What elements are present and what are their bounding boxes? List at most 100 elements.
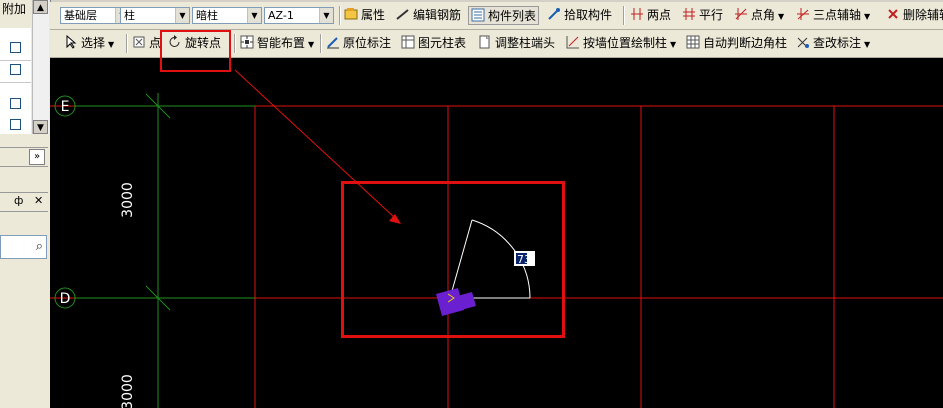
- parallel-icon: [682, 7, 696, 21]
- toolbar-separator: [339, 6, 341, 25]
- auto-corner-column-label: 自动判断边角柱: [703, 36, 788, 50]
- row-divider: [0, 82, 31, 83]
- scroll-down-button[interactable]: ▼: [33, 120, 48, 134]
- toolbar-separator: [623, 6, 625, 25]
- edit-rebar-label: 编辑钢筋: [413, 8, 462, 22]
- point-angle-button[interactable]: 点角 ▼: [734, 6, 784, 25]
- point-button[interactable]: 点: [132, 34, 161, 53]
- toolbar-separator: [320, 34, 322, 53]
- chevron-down-icon[interactable]: ▼: [308, 40, 314, 49]
- auto-corner-icon: [686, 35, 700, 49]
- table-icon: [401, 35, 415, 49]
- two-points-button[interactable]: 两点: [630, 6, 671, 25]
- chevron-down-icon[interactable]: ▼: [319, 8, 333, 23]
- layer-checkbox[interactable]: [10, 119, 21, 130]
- point-angle-label: 点角: [751, 8, 776, 22]
- toolbar-separator: [126, 34, 128, 53]
- edit-rebar-icon: [396, 7, 410, 21]
- cursor-icon: [64, 34, 78, 49]
- scroll-up-button[interactable]: ▲: [33, 0, 48, 14]
- axis-label-d: D: [60, 291, 71, 307]
- delete-axis-button[interactable]: 删除辅轴: [886, 6, 943, 25]
- axis-label-e: E: [61, 99, 70, 115]
- draw-by-wall-label: 按墙位置绘制柱: [583, 36, 668, 50]
- two-points-label: 两点: [647, 8, 672, 22]
- properties-label: 属性: [361, 8, 386, 22]
- component-list-button[interactable]: 构件列表: [468, 6, 540, 25]
- component-select-value: AZ-1: [268, 9, 294, 22]
- layer-list: [0, 28, 31, 134]
- chevron-down-icon[interactable]: ▼: [864, 12, 870, 21]
- component-list-label: 构件列表: [488, 9, 537, 23]
- expand-button[interactable]: »: [29, 149, 45, 165]
- adjust-column-end-label: 调整柱端头: [495, 36, 556, 50]
- layer-checkbox[interactable]: [10, 98, 21, 109]
- subtype-select-value: 暗柱: [196, 9, 218, 22]
- annotation-box-rotate-button: [160, 30, 231, 72]
- chevron-down-icon[interactable]: ▼: [670, 40, 676, 49]
- modify-mark-label: 查改标注: [813, 36, 862, 50]
- three-point-axis-label: 三点辅轴: [813, 8, 862, 22]
- component-toolbar: 基础层 ▼ 柱 ▼ 暗柱 ▼ AZ-1 ▼ 属性 编辑钢筋 构件列表 拾取构件 …: [50, 2, 943, 30]
- three-point-axis-icon: [796, 7, 810, 21]
- list-icon: [471, 8, 485, 22]
- collapsed-panel-bar: »: [0, 147, 48, 167]
- left-panel: 附加 ▲ ▼ » ф ✕ ⌕: [0, 0, 51, 408]
- auto-corner-column-button[interactable]: 自动判断边角柱: [686, 34, 787, 53]
- pick-component-button[interactable]: 拾取构件: [547, 6, 612, 25]
- search-input[interactable]: ⌕: [0, 235, 47, 259]
- mark-icon: [326, 35, 340, 49]
- modify-mark-button[interactable]: 查改标注 ▼: [796, 34, 870, 53]
- adjust-column-end-button[interactable]: 调整柱端头: [478, 34, 555, 53]
- element-column-table-label: 图元柱表: [418, 36, 467, 50]
- modify-mark-icon: [796, 35, 810, 49]
- axis-lines: [75, 93, 255, 408]
- type-select[interactable]: 柱 ▼: [120, 7, 190, 24]
- chevron-down-icon[interactable]: ▼: [864, 40, 870, 49]
- smart-layout-label: 智能布置: [257, 36, 306, 50]
- eyedropper-icon: [547, 7, 561, 21]
- smart-layout-button[interactable]: 智能布置 ▼: [240, 34, 314, 53]
- chevron-down-icon[interactable]: ▼: [247, 8, 261, 23]
- chevron-down-icon[interactable]: ▼: [108, 40, 114, 49]
- component-select[interactable]: AZ-1 ▼: [264, 7, 334, 24]
- select-label: 选择: [81, 36, 106, 50]
- toolbar-separator: [234, 34, 236, 53]
- point-angle-icon: [734, 7, 748, 21]
- point-icon: [132, 35, 146, 49]
- pin-icon[interactable]: ф: [14, 194, 23, 207]
- search-icon[interactable]: ⌕: [36, 239, 43, 254]
- dimension-text-bottom: 3000: [120, 374, 136, 408]
- subtype-select[interactable]: 暗柱 ▼: [192, 7, 262, 24]
- close-icon[interactable]: ✕: [34, 194, 43, 207]
- parallel-label: 平行: [699, 8, 724, 22]
- draw-by-wall-button[interactable]: 按墙位置绘制柱 ▼: [566, 34, 676, 53]
- adjust-icon: [478, 35, 492, 49]
- original-mark-label: 原位标注: [343, 36, 392, 50]
- two-points-icon: [630, 7, 644, 21]
- select-button[interactable]: 选择 ▼: [64, 34, 114, 53]
- draw-by-wall-icon: [566, 35, 580, 49]
- chevron-down-icon[interactable]: ▼: [175, 8, 189, 23]
- original-mark-button[interactable]: 原位标注: [326, 34, 391, 53]
- annotation-box-rotation: [341, 181, 565, 338]
- delete-axis-icon: [886, 7, 900, 21]
- panel-header: 附加: [2, 2, 27, 16]
- left-scrollbar[interactable]: ▲ ▼: [32, 0, 49, 134]
- panel-title-bar: ф ✕: [0, 192, 48, 212]
- pick-component-label: 拾取构件: [564, 8, 613, 22]
- element-column-table-button[interactable]: 图元柱表: [401, 34, 466, 53]
- dimension-text-top: 3000: [120, 182, 136, 218]
- layer-checkbox[interactable]: [10, 64, 21, 75]
- edit-rebar-button[interactable]: 编辑钢筋: [396, 6, 461, 25]
- row-divider: [0, 60, 31, 61]
- three-point-axis-button[interactable]: 三点辅轴 ▼: [796, 6, 870, 25]
- properties-icon: [344, 7, 358, 21]
- properties-button[interactable]: 属性: [344, 6, 385, 25]
- parallel-button[interactable]: 平行: [682, 6, 723, 25]
- type-select-value: 柱: [124, 9, 135, 22]
- layer-checkbox[interactable]: [10, 42, 21, 53]
- delete-axis-label: 删除辅轴: [903, 8, 943, 22]
- chevron-down-icon[interactable]: ▼: [778, 12, 784, 21]
- floor-select-value: 基础层: [64, 9, 97, 22]
